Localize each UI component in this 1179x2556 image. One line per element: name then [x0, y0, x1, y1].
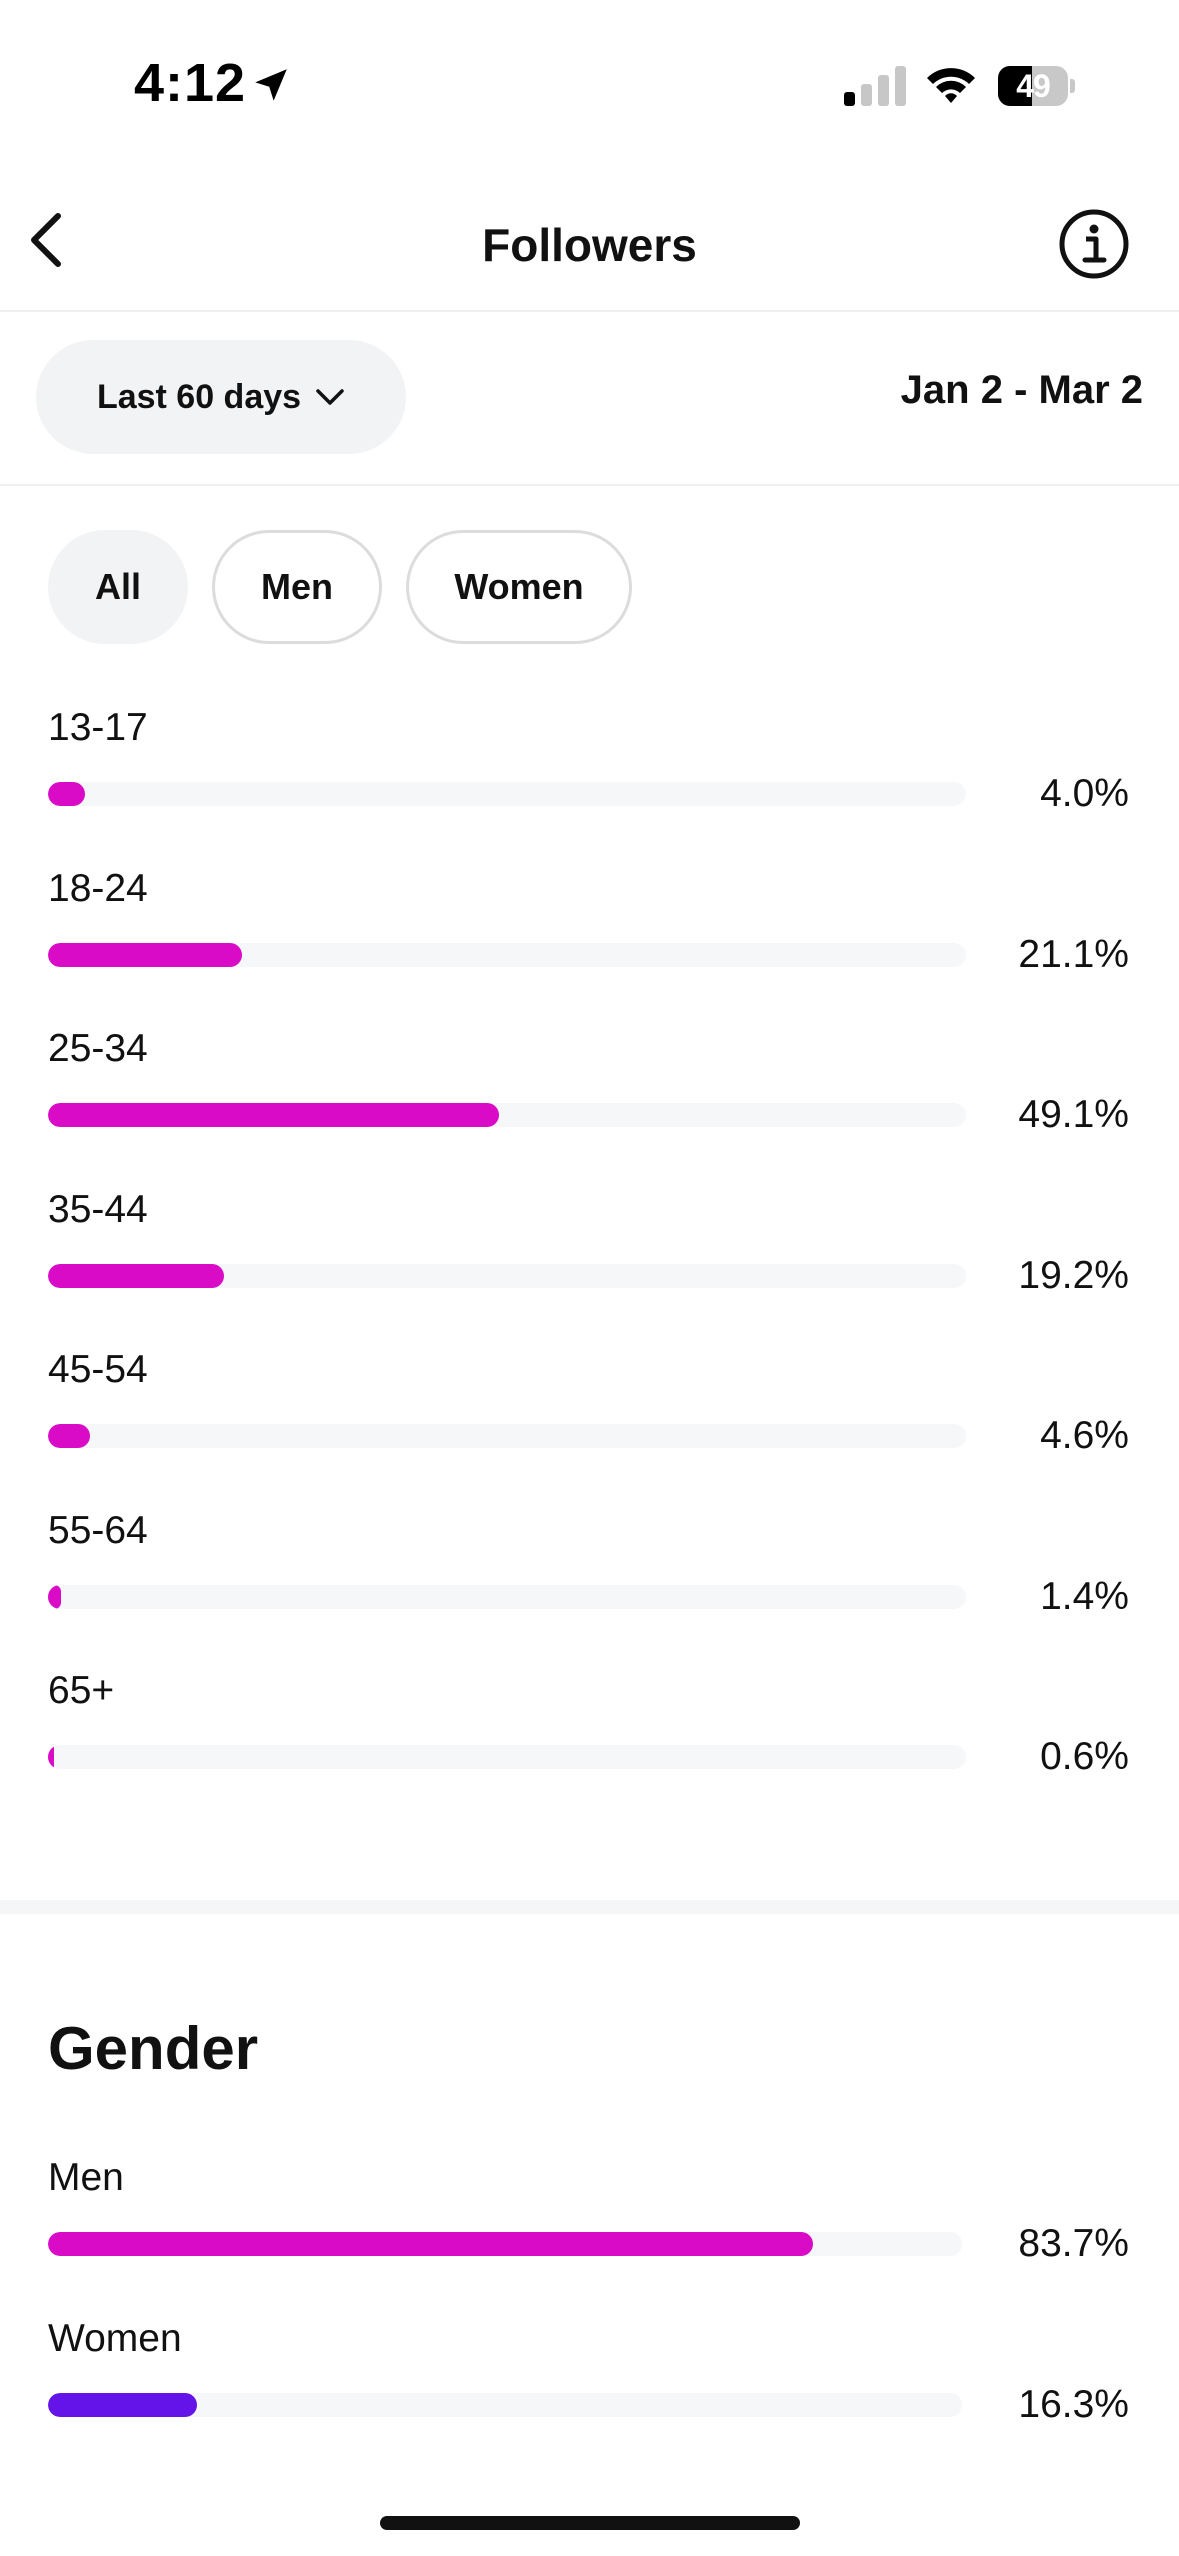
- age-label: 13-17: [48, 706, 148, 749]
- age-percent: 49.1%: [1018, 1093, 1129, 1136]
- gender-bar-fill: [48, 2232, 814, 2256]
- age-label: 18-24: [48, 866, 148, 910]
- gender-section-title: Gender: [48, 2015, 259, 2082]
- status-time: 4:12: [134, 53, 247, 113]
- gender-row: Men 83.7%: [0, 2150, 1179, 2311]
- date-range-dropdown[interactable]: Last 60 days: [36, 340, 406, 454]
- age-row: 25-34 49.1%: [0, 1021, 1179, 1182]
- nav-header: Followers: [0, 170, 1179, 312]
- age-percent: 4.6%: [1040, 1414, 1129, 1457]
- date-range-text: Jan 2 - Mar 2: [900, 368, 1143, 412]
- status-bar: 4:12 49: [0, 0, 1179, 170]
- date-filter-row: Last 60 days Jan 2 - Mar 2: [0, 312, 1179, 486]
- age-bar-track: [48, 942, 966, 967]
- age-bar-fill: [48, 782, 85, 806]
- age-bar-track: [48, 1103, 966, 1127]
- home-indicator: [380, 2516, 800, 2530]
- age-bar-track: [48, 1584, 966, 1609]
- age-label: 55-64: [48, 1508, 148, 1552]
- page-title: Followers: [482, 219, 697, 271]
- battery-level-text: 49: [1016, 68, 1051, 104]
- age-percent: 4.0%: [1040, 772, 1129, 815]
- gender-bar-fill: [48, 2392, 197, 2417]
- date-range-dropdown-label: Last 60 days: [96, 377, 302, 416]
- section-divider: [0, 1900, 1179, 1914]
- age-row: 45-54 4.6%: [0, 1342, 1179, 1503]
- wifi-icon: [927, 68, 975, 103]
- age-bar-track: [48, 782, 966, 806]
- age-bar-fill: [48, 1745, 54, 1769]
- info-icon[interactable]: [1058, 208, 1130, 280]
- age-bar-track: [48, 1263, 966, 1288]
- age-label: 25-34: [48, 1027, 148, 1070]
- age-percent: 0.6%: [1040, 1735, 1129, 1778]
- age-row: 18-24 21.1%: [0, 861, 1179, 1022]
- cellular-signal-icon: [844, 66, 906, 106]
- age-percent: 1.4%: [1040, 1574, 1129, 1618]
- segment-filter: All Men Women: [48, 530, 632, 648]
- age-percent: 21.1%: [1018, 932, 1129, 976]
- gender-row: Women 16.3%: [0, 2311, 1179, 2472]
- age-row: 35-44 19.2%: [0, 1182, 1179, 1343]
- age-distribution-list: 13-17 4.0% 18-24 21.1% 25-34 49.1% 35-44…: [0, 700, 1179, 1824]
- age-bar-fill: [48, 1584, 61, 1609]
- gender-distribution-list: Men 83.7% Women 16.3%: [0, 2150, 1179, 2471]
- battery-indicator: 49: [998, 66, 1075, 106]
- age-bar-track: [48, 1424, 966, 1448]
- age-bar-fill: [48, 1424, 91, 1448]
- gender-percent: 83.7%: [1018, 2222, 1129, 2265]
- age-bar-track: [48, 1745, 966, 1769]
- age-bar-fill: [48, 942, 242, 967]
- age-bar-fill: [48, 1263, 225, 1288]
- gender-bar-track: [48, 2392, 962, 2417]
- gender-bar-track: [48, 2232, 962, 2256]
- gender-label: Men: [48, 2156, 124, 2199]
- age-row: 55-64 1.4%: [0, 1503, 1179, 1664]
- age-label: 65+: [48, 1669, 115, 1712]
- age-percent: 19.2%: [1018, 1253, 1129, 1297]
- gender-label: Women: [48, 2316, 182, 2360]
- segment-men[interactable]: Men: [212, 530, 382, 644]
- location-arrow-icon: [255, 69, 287, 101]
- segment-all[interactable]: All: [48, 530, 188, 644]
- segment-women[interactable]: Women: [406, 530, 632, 644]
- chevron-down-icon: [316, 389, 344, 405]
- gender-percent: 16.3%: [1018, 2382, 1129, 2426]
- age-label: 45-54: [48, 1348, 148, 1391]
- age-row: 65+ 0.6%: [0, 1663, 1179, 1824]
- age-row: 13-17 4.0%: [0, 700, 1179, 861]
- age-bar-fill: [48, 1103, 499, 1127]
- age-label: 35-44: [48, 1187, 148, 1231]
